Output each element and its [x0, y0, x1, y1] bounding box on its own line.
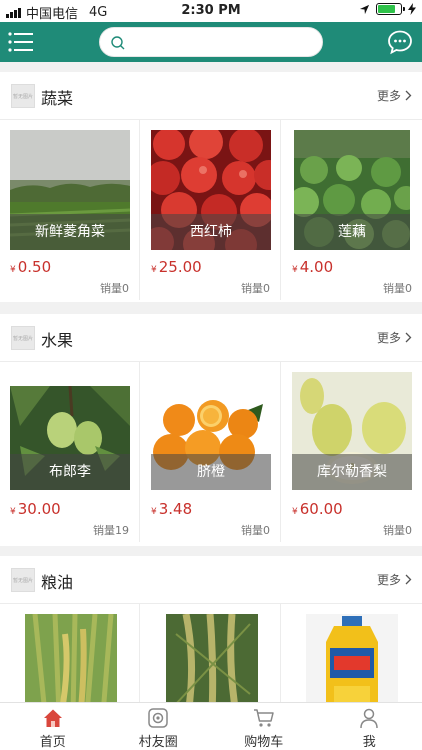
product-price: ¥4.00 [292, 258, 334, 276]
battery-icon [376, 3, 405, 15]
category-section-grain-oil: 暂无图片 粮油 更多 [0, 556, 422, 702]
product-image [166, 614, 258, 702]
product-image: 布郎李 [10, 386, 130, 490]
category-section-vegetables: 暂无图片 蔬菜 更多 新鲜菱角菜 ¥0.50 销量0 西红柿 ¥ 25.00 销… [0, 72, 422, 302]
more-link[interactable]: 更多 [377, 329, 412, 346]
chevron-right-icon [405, 90, 412, 101]
category-logo: 暂无图片 [11, 326, 35, 350]
more-label: 更多 [376, 573, 401, 587]
cart-icon [253, 709, 274, 727]
category-logo: 暂无图片 [11, 84, 35, 108]
product-card[interactable] [0, 604, 140, 702]
search-box[interactable] [99, 27, 323, 57]
product-image: 库尔勒香梨 [292, 372, 412, 490]
chevron-right-icon [405, 574, 412, 585]
tab-label: 购物车 [244, 735, 284, 750]
category-title: 水果 [41, 331, 74, 350]
more-link[interactable]: 更多 [377, 87, 412, 104]
product-sales: 销量0 [383, 282, 412, 295]
product-price: ¥60.00 [292, 500, 343, 518]
product-image [25, 614, 117, 702]
home-content[interactable]: 暂无图片 蔬菜 更多 新鲜菱角菜 ¥0.50 销量0 西红柿 ¥ 25.00 销… [0, 62, 422, 702]
product-price: ¥3.48 [151, 500, 193, 518]
product-image [306, 614, 398, 702]
product-image: 莲藕 [294, 130, 410, 250]
category-title: 粮油 [41, 573, 74, 592]
product-image: 西红柿 [151, 130, 271, 250]
tab-cart[interactable]: 购物车 [211, 703, 317, 750]
location-arrow-icon [359, 4, 370, 14]
product-sales: 销量0 [383, 524, 412, 537]
product-image: 脐橙 [151, 390, 271, 490]
user-icon [360, 708, 378, 729]
tab-home[interactable]: 首页 [0, 703, 106, 750]
category-logo: 暂无图片 [11, 568, 35, 592]
product-card[interactable] [282, 604, 422, 702]
tab-label: 我 [362, 735, 376, 750]
charging-bolt-icon [408, 3, 416, 15]
more-label: 更多 [376, 331, 401, 345]
product-card[interactable]: 西红柿 ¥25.00 销量0 [141, 120, 281, 300]
message-button[interactable] [387, 29, 413, 55]
product-price: ¥25.00 [151, 258, 202, 276]
bottom-tab-bar: 首页 村友圈 购物车 我 [0, 702, 422, 750]
product-sales: 销量19 [93, 524, 129, 537]
top-bar [0, 22, 422, 62]
tab-label: 首页 [39, 735, 66, 750]
tab-me[interactable]: 我 [317, 703, 422, 750]
category-header: 暂无图片 水果 更多 [0, 314, 422, 362]
product-name: 脐橙 [151, 454, 271, 490]
product-sales: 销量0 [241, 282, 270, 295]
product-sales: 销量0 [241, 524, 270, 537]
product-card[interactable]: 库尔勒香梨 ¥60.00 销量0 [282, 362, 422, 542]
category-title: 蔬菜 [41, 89, 74, 108]
more-link[interactable]: 更多 [377, 571, 412, 588]
category-section-fruits: 暂无图片 水果 更多 布郎李 ¥30.00 销量19 脐橙 ¥ 3.48 销量0… [0, 314, 422, 546]
product-card[interactable] [141, 604, 281, 702]
product-card[interactable]: 莲藕 ¥4.00 销量0 [282, 120, 422, 300]
tab-village-circle[interactable]: 村友圈 [106, 703, 212, 750]
product-name: 西红柿 [151, 214, 271, 250]
product-card[interactable]: 布郎李 ¥30.00 销量19 [0, 362, 140, 542]
search-input[interactable] [132, 32, 312, 52]
search-icon [110, 35, 126, 51]
category-header: 暂无图片 蔬菜 更多 [0, 72, 422, 120]
product-image: 新鲜菱角菜 [10, 130, 130, 250]
tab-label: 村友圈 [138, 735, 178, 750]
product-price: ¥30.00 [10, 500, 61, 518]
product-name: 新鲜菱角菜 [10, 214, 130, 250]
home-icon [43, 709, 62, 727]
product-card[interactable]: 脐橙 ¥3.48 销量0 [141, 362, 281, 542]
menu-button[interactable] [8, 31, 34, 53]
product-name: 布郎李 [10, 454, 130, 490]
camera-circle-icon [148, 708, 168, 728]
product-name: 莲藕 [294, 214, 410, 250]
list-menu-icon [8, 32, 33, 52]
chevron-right-icon [405, 332, 412, 343]
category-header: 暂无图片 粮油 更多 [0, 556, 422, 604]
status-bar: 中国电信 4G 2:30 PM [0, 0, 422, 22]
product-name: 库尔勒香梨 [292, 454, 412, 490]
product-sales: 销量0 [100, 282, 129, 295]
product-price: ¥0.50 [10, 258, 52, 276]
product-card[interactable]: 新鲜菱角菜 ¥0.50 销量0 [0, 120, 140, 300]
chat-bubble-icon [388, 30, 412, 55]
more-label: 更多 [376, 89, 401, 103]
